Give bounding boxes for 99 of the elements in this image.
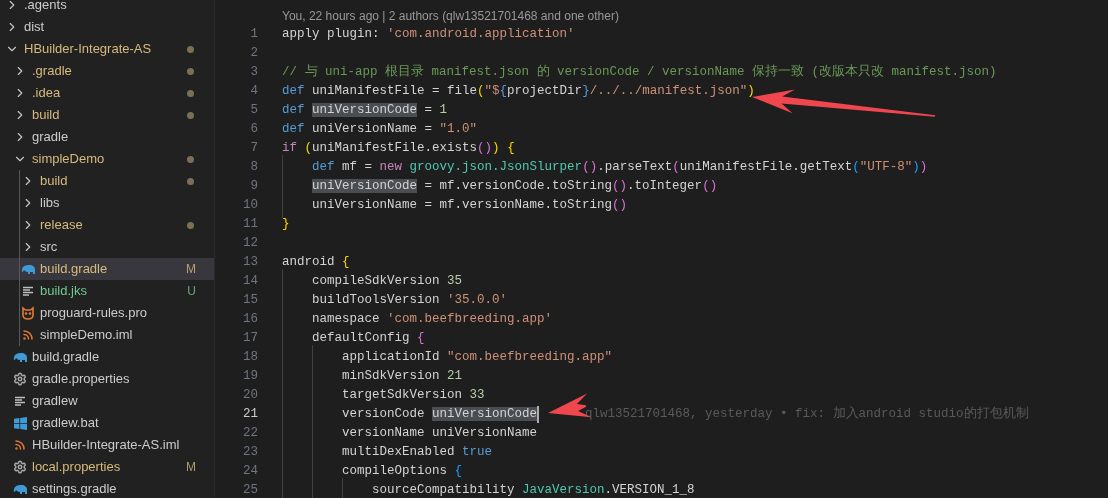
item-label: HBuilder-Integrate-AS bbox=[24, 40, 153, 59]
line-number: 12 bbox=[242, 235, 258, 253]
line-number: 21 bbox=[242, 406, 258, 424]
settings-icon bbox=[13, 460, 27, 474]
item-label: build.jks bbox=[40, 282, 88, 301]
line-number: 19 bbox=[242, 368, 258, 386]
line-number: 22 bbox=[242, 425, 258, 443]
code-line: if (uniManifestFile.exists()) { bbox=[282, 140, 515, 158]
item-label: local.properties bbox=[32, 458, 122, 477]
code-line: apply plugin: 'com.android.application' bbox=[282, 26, 575, 44]
item-label: simpleDemo.iml bbox=[40, 326, 134, 345]
item-label: .idea bbox=[32, 84, 62, 103]
item-label: HBuilder-Integrate-AS.iml bbox=[32, 436, 181, 455]
line-number: 16 bbox=[242, 311, 258, 329]
line-number: 4 bbox=[249, 83, 258, 101]
file-item[interactable]: gradlew bbox=[0, 390, 214, 412]
line-number: 13 bbox=[242, 254, 258, 272]
item-label: src bbox=[40, 238, 59, 257]
folder-item[interactable]: .gradle bbox=[0, 60, 214, 82]
folder-item[interactable]: .idea bbox=[0, 82, 214, 104]
item-label: proguard-rules.pro bbox=[40, 304, 148, 323]
line-number: 8 bbox=[249, 159, 258, 177]
file-item[interactable]: proguard-rules.pro bbox=[0, 302, 214, 324]
code-line: def uniVersionName = "1.0" bbox=[282, 121, 478, 139]
line-number: 1 bbox=[249, 26, 258, 44]
code-line: def uniVersionCode = 1 bbox=[282, 102, 448, 120]
folder-item[interactable]: dist bbox=[0, 16, 214, 38]
folder-item[interactable]: build bbox=[0, 170, 214, 192]
git-status-letter: U bbox=[187, 283, 196, 300]
line-number: 14 bbox=[242, 273, 258, 291]
folder-item[interactable]: .agents bbox=[0, 0, 214, 16]
rss-icon bbox=[22, 329, 34, 341]
file-item[interactable]: build.gradle bbox=[0, 346, 214, 368]
line-number: 10 bbox=[242, 197, 258, 215]
elephant-icon bbox=[12, 483, 28, 495]
windows-icon bbox=[13, 416, 27, 430]
item-label: simpleDemo bbox=[32, 150, 106, 169]
text-cursor bbox=[537, 406, 540, 423]
lines-icon bbox=[14, 396, 26, 406]
line-number: 24 bbox=[242, 463, 258, 481]
item-label: dist bbox=[24, 18, 46, 37]
file-item[interactable]: settings.gradle bbox=[0, 478, 214, 498]
item-label: build bbox=[32, 106, 61, 125]
line-number: 17 bbox=[242, 330, 258, 348]
file-item[interactable]: HBuilder-Integrate-AS.iml bbox=[0, 434, 214, 456]
line-number: 5 bbox=[249, 102, 258, 120]
item-label: build bbox=[40, 172, 69, 191]
item-label: gradlew bbox=[32, 392, 79, 411]
folder-item[interactable]: libs bbox=[0, 192, 214, 214]
line-number: 2 bbox=[249, 45, 258, 63]
code-line: // 与 uni-app 根目录 manifest.json 的 versionCode / versionName 保持一致 (改版本只改 manifest.json) bbox=[282, 63, 997, 82]
line-number: 20 bbox=[242, 387, 258, 405]
folder-item[interactable]: build bbox=[0, 104, 214, 126]
code-line: versionCode uniVersionCode bbox=[282, 405, 538, 424]
line-number: 7 bbox=[249, 140, 258, 158]
line-number: 18 bbox=[242, 349, 258, 367]
file-item[interactable]: build.gradle M bbox=[0, 258, 214, 280]
code-line: uniVersionCode = mf.versionCode.toString().toInteger() bbox=[282, 177, 718, 196]
item-label: gradlew.bat bbox=[32, 414, 100, 433]
git-status-letter: M bbox=[186, 261, 196, 278]
item-label: build.gradle bbox=[32, 348, 101, 367]
rss-icon bbox=[14, 439, 26, 451]
code-line: sourceCompatibility JavaVersion.VERSION_1_8 bbox=[282, 481, 695, 498]
file-item[interactable]: gradlew.bat bbox=[0, 412, 214, 434]
item-label: release bbox=[40, 216, 84, 235]
code-line: android { bbox=[282, 254, 350, 272]
item-label: .gradle bbox=[32, 62, 73, 81]
item-label: build.gradle bbox=[40, 260, 109, 279]
code-line: uniVersionName = mf.versionName.toString() bbox=[282, 196, 628, 215]
folder-item[interactable]: HBuilder-Integrate-AS bbox=[0, 38, 214, 60]
item-label: libs bbox=[40, 194, 61, 213]
line-number: 3 bbox=[249, 64, 258, 82]
folder-item[interactable]: src bbox=[0, 236, 214, 258]
line-number: 9 bbox=[249, 178, 258, 196]
folder-item[interactable]: release bbox=[0, 214, 214, 236]
item-label: gradle bbox=[32, 128, 70, 147]
folder-item[interactable]: simpleDemo bbox=[0, 148, 214, 170]
item-label: gradle.properties bbox=[32, 370, 131, 389]
file-item[interactable]: local.properties M bbox=[0, 456, 214, 478]
line-number: 6 bbox=[249, 121, 258, 139]
elephant-icon bbox=[20, 263, 36, 275]
line-number: 23 bbox=[242, 444, 258, 462]
line-number: 15 bbox=[242, 292, 258, 310]
git-status-letter: M bbox=[186, 459, 196, 476]
elephant-icon bbox=[12, 351, 28, 363]
settings-icon bbox=[13, 372, 27, 386]
code-line: } bbox=[282, 216, 290, 234]
file-item[interactable]: build.jks U bbox=[0, 280, 214, 302]
owl-icon bbox=[21, 306, 35, 320]
code-line: def uniManifestFile = file("${projectDir}/../../manifest.json") bbox=[282, 83, 755, 101]
file-item[interactable]: gradle.properties bbox=[0, 368, 214, 390]
line-number: 25 bbox=[242, 482, 258, 498]
item-label: settings.gradle bbox=[32, 480, 118, 498]
item-label: .agents bbox=[24, 0, 68, 15]
codelens-text: You, 22 hours ago | 2 authors (qlw13521701468 and one other) bbox=[282, 7, 619, 25]
line-number: 11 bbox=[242, 216, 258, 234]
folder-item[interactable]: gradle bbox=[0, 126, 214, 148]
file-item[interactable]: simpleDemo.iml bbox=[0, 324, 214, 346]
lines-icon bbox=[22, 286, 34, 296]
